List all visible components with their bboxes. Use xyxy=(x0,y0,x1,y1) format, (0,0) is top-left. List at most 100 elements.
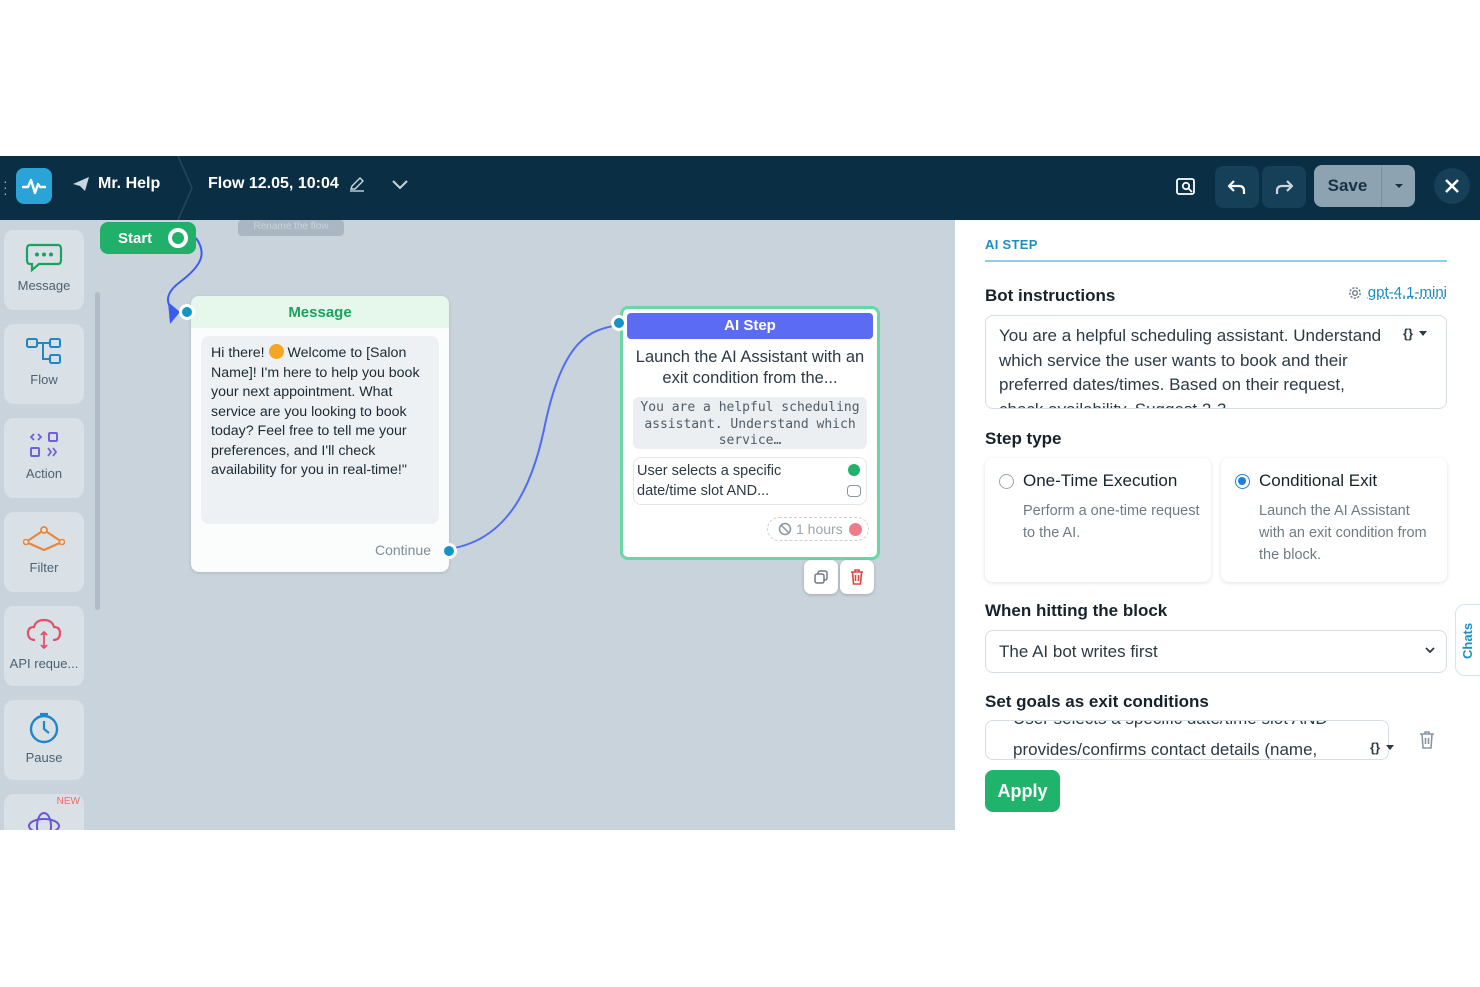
book-search-icon xyxy=(1176,178,1195,195)
chats-tab-label: Chats xyxy=(1460,622,1475,659)
telegram-icon xyxy=(73,177,89,191)
panel-divider xyxy=(985,260,1447,262)
radio-conditional-exit[interactable] xyxy=(1235,474,1250,489)
radio-one-time[interactable] xyxy=(999,474,1014,489)
redo-icon xyxy=(1275,180,1294,194)
step-type-title: Conditional Exit xyxy=(1259,471,1378,490)
step-type-conditional-exit[interactable]: Conditional Exit Launch the AI Assistant… xyxy=(1221,458,1447,582)
goal-line-1: User selects a specific date/time slot A… xyxy=(1013,721,1328,729)
palette-label: API reque... xyxy=(9,656,79,671)
step-type-desc: Perform a one-time request to the AI. xyxy=(1023,503,1200,541)
goals-label: Set goals as exit conditions xyxy=(985,692,1209,711)
message-input-port[interactable] xyxy=(179,304,195,320)
ai-goal-text: User selects a specific date/time slot A… xyxy=(637,463,782,499)
palette-label: Action xyxy=(25,466,63,481)
braces-icon: {} xyxy=(1370,740,1381,755)
delete-goal-button[interactable] xyxy=(1418,730,1436,755)
caret-down-icon xyxy=(1386,745,1395,750)
ai-goal-item[interactable]: User selects a specific date/time slot A… xyxy=(633,457,867,505)
timeout-label: 1 hours xyxy=(796,521,843,537)
step-type-title: One-Time Execution xyxy=(1023,471,1178,490)
caret-down-icon xyxy=(1419,331,1428,336)
insert-variable-button[interactable]: {} xyxy=(1403,326,1428,341)
model-selector[interactable]: gpt-4.1-mini xyxy=(1348,284,1447,301)
chats-side-tab[interactable]: Chats xyxy=(1455,604,1480,676)
trash-icon xyxy=(851,569,863,585)
goal-input[interactable]: User selects a specific date/time slot A… xyxy=(985,720,1389,760)
ai-step-node[interactable]: AI Step Launch the AI Assistant with an … xyxy=(611,306,880,560)
palette-item-new[interactable]: NEW xyxy=(4,794,84,830)
palette-item-message[interactable]: Message xyxy=(4,230,84,310)
filter-icon xyxy=(23,526,65,552)
undo-icon xyxy=(1227,180,1246,194)
message-node[interactable]: Message Hi there! Welcome to [Salon Name… xyxy=(179,296,457,572)
apply-button[interactable]: Apply xyxy=(985,770,1060,812)
save-options-dropdown[interactable] xyxy=(1381,165,1415,207)
goal-insert-variable-button[interactable]: {} xyxy=(1370,740,1395,755)
close-icon xyxy=(1445,179,1459,193)
clock-icon xyxy=(29,712,59,744)
bot-name: Mr. Help xyxy=(98,175,161,192)
duplicate-node-button[interactable] xyxy=(804,560,838,594)
palette-item-flow[interactable]: Flow xyxy=(4,324,84,404)
bot-selector[interactable]: Mr. Help xyxy=(72,175,160,193)
preview-button[interactable] xyxy=(1166,166,1206,208)
flow-icon xyxy=(26,338,61,364)
new-badge: NEW xyxy=(56,796,80,807)
delete-node-button[interactable] xyxy=(840,560,874,594)
chevron-down-icon xyxy=(1425,647,1435,654)
when-hitting-select[interactable]: The AI bot writes first xyxy=(985,630,1447,673)
palette-label: Message xyxy=(17,278,71,293)
step-type-desc: Launch the AI Assistant with an exit con… xyxy=(1259,503,1427,563)
close-button[interactable] xyxy=(1434,168,1470,204)
goal-line-2: provides/confirms contact details (name, xyxy=(1013,740,1318,759)
gear-icon xyxy=(1348,286,1361,299)
api-cloud-icon xyxy=(26,618,62,650)
flow-canvas[interactable]: Start Rename the flow Message Hi there! … xyxy=(96,220,955,830)
save-button[interactable]: Save xyxy=(1314,165,1381,207)
edit-pencil-icon[interactable] xyxy=(349,176,365,192)
panel-tag: AI STEP xyxy=(985,237,1038,252)
palette-item-filter[interactable]: Filter xyxy=(4,512,84,592)
model-name: gpt-4.1-mini xyxy=(1367,284,1447,301)
ai-prompt-preview: You are a helpful scheduling assistant. … xyxy=(633,397,867,449)
ai-step-title: AI Step xyxy=(627,313,873,339)
palette-label: Pause xyxy=(25,750,63,765)
caret-down-icon xyxy=(1394,184,1403,188)
palette-label: Flow xyxy=(30,372,58,387)
message-text-start: Hi there! xyxy=(211,345,265,361)
timeout-output-port[interactable] xyxy=(849,523,862,536)
redo-button[interactable] xyxy=(1262,166,1306,208)
undo-button[interactable] xyxy=(1215,166,1259,208)
flow-editor: · · · Mr. Help Flow 12.05, 10:04 Save Me… xyxy=(0,156,1480,830)
palette-item-action[interactable]: Action xyxy=(4,418,84,498)
palette-item-pause[interactable]: Pause xyxy=(4,700,84,780)
flow-name: Flow 12.05, 10:04 xyxy=(208,175,339,192)
start-output-port[interactable] xyxy=(168,228,188,248)
braces-icon: {} xyxy=(1403,326,1414,341)
start-label: Start xyxy=(118,229,153,247)
start-node[interactable]: Start xyxy=(100,222,196,254)
step-type-one-time[interactable]: One-Time Execution Perform a one-time re… xyxy=(985,458,1211,582)
drag-handle-icon[interactable]: · · · xyxy=(3,174,8,200)
chevron-down-icon[interactable] xyxy=(389,177,411,191)
ai-orbit-icon xyxy=(28,812,60,830)
save-button-group: Save xyxy=(1314,165,1415,207)
action-icon xyxy=(29,432,58,457)
goal-output-port[interactable] xyxy=(848,464,860,476)
app-logo[interactable] xyxy=(16,168,52,204)
rename-tooltip: Rename the flow xyxy=(238,220,344,236)
flow-title[interactable]: Flow 12.05, 10:04 xyxy=(208,175,411,193)
palette-item-api-request[interactable]: API reque... xyxy=(4,606,84,686)
ai-input-port[interactable] xyxy=(611,315,627,331)
continue-label: Continue xyxy=(374,542,431,558)
timeout-item[interactable]: 1 hours xyxy=(767,517,869,541)
palette-label: Filter xyxy=(29,560,59,575)
block-icon xyxy=(778,522,792,536)
message-node-text: Hi there! Welcome to [Salon Name]! I'm h… xyxy=(201,336,439,524)
trash-icon xyxy=(1420,731,1434,749)
when-hitting-value: The AI bot writes first xyxy=(999,642,1158,661)
continue-output-port[interactable] xyxy=(441,543,457,559)
bot-instructions-textarea[interactable]: You are a helpful scheduling assistant. … xyxy=(985,315,1447,409)
message-node-title: Message xyxy=(191,296,449,328)
